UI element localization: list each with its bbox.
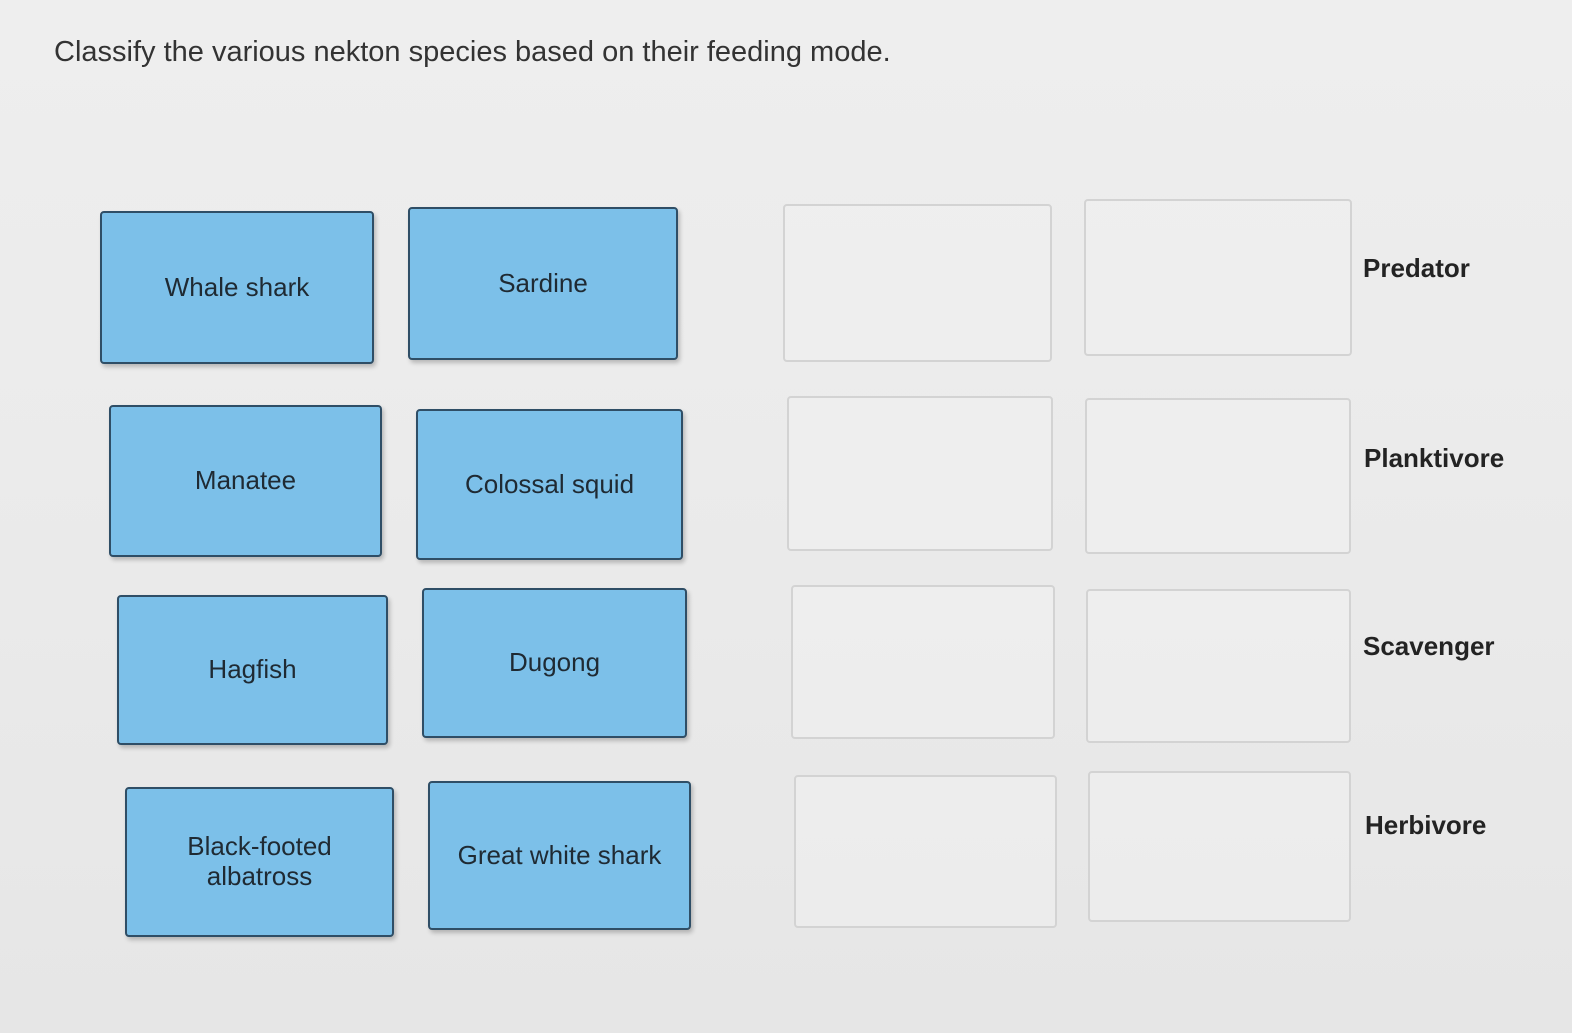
drop-slot-scavenger-1[interactable] (791, 585, 1055, 739)
category-label-planktivore: Planktivore (1364, 443, 1505, 473)
card-sardine[interactable]: Sardine (408, 207, 678, 360)
card-hagfish[interactable]: Hagfish (117, 595, 388, 745)
card-manatee[interactable]: Manatee (109, 405, 382, 557)
drop-slot-planktivore-1[interactable] (787, 396, 1053, 551)
drop-slot-herbivore-2[interactable] (1088, 771, 1351, 922)
drop-slot-scavenger-2[interactable] (1086, 589, 1351, 743)
card-dugong[interactable]: Dugong (422, 588, 687, 738)
drop-slot-predator-2[interactable] (1084, 199, 1352, 356)
drop-slot-herbivore-1[interactable] (794, 775, 1057, 928)
category-label-scavenger: Scavenger (1363, 631, 1495, 661)
card-great-white-shark[interactable]: Great white shark (428, 781, 691, 930)
category-label-predator: Predator (1363, 253, 1470, 283)
card-whale-shark[interactable]: Whale shark (100, 211, 374, 364)
card-black-footed-albatross[interactable]: Black-footed albatross (125, 787, 394, 937)
drop-slot-planktivore-2[interactable] (1085, 398, 1351, 554)
category-label-herbivore: Herbivore (1365, 810, 1487, 840)
drop-slot-predator-1[interactable] (783, 204, 1052, 362)
question-prompt: Classify the various nekton species base… (54, 36, 891, 68)
card-colossal-squid[interactable]: Colossal squid (416, 409, 683, 560)
